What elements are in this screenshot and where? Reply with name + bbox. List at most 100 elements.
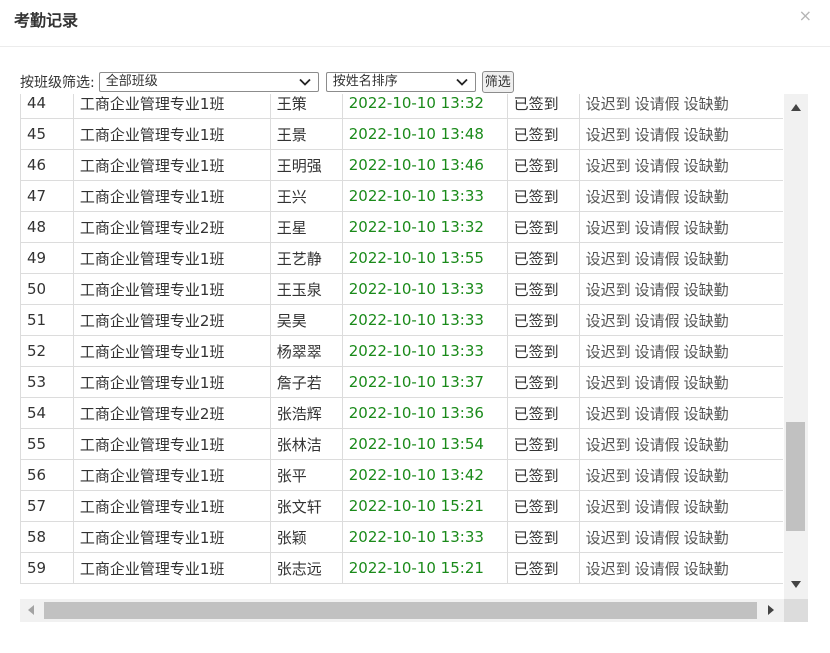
class-cell: 工商企业管理专业1班 bbox=[72, 94, 271, 119]
class-cell: 工商企业管理专业1班 bbox=[72, 149, 271, 181]
checkin-time: 2022-10-10 15:21 bbox=[341, 490, 508, 522]
vertical-scroll-thumb[interactable] bbox=[786, 422, 805, 531]
set-leave-link[interactable]: 设请假 bbox=[635, 281, 680, 299]
sort-select[interactable]: 按姓名排序 bbox=[325, 72, 476, 92]
status-cell: 已签到 bbox=[506, 366, 580, 398]
set-absent-link[interactable]: 设缺勤 bbox=[684, 126, 729, 144]
set-absent-link[interactable]: 设缺勤 bbox=[684, 188, 729, 206]
status-cell: 已签到 bbox=[506, 118, 580, 150]
scroll-right-icon[interactable] bbox=[768, 605, 774, 615]
set-leave-link[interactable]: 设请假 bbox=[635, 312, 680, 330]
set-leave-link[interactable]: 设请假 bbox=[635, 529, 680, 547]
scroll-up-icon[interactable] bbox=[791, 104, 801, 111]
set-absent-link[interactable]: 设缺勤 bbox=[684, 374, 729, 392]
set-late-link[interactable]: 设迟到 bbox=[586, 281, 631, 299]
horizontal-scrollbar[interactable] bbox=[20, 599, 784, 622]
set-absent-link[interactable]: 设缺勤 bbox=[684, 157, 729, 175]
set-leave-link[interactable]: 设请假 bbox=[635, 95, 680, 113]
row-number: 55 bbox=[20, 428, 74, 460]
set-late-link[interactable]: 设迟到 bbox=[586, 157, 631, 175]
set-leave-link[interactable]: 设请假 bbox=[635, 126, 680, 144]
set-absent-link[interactable]: 设缺勤 bbox=[684, 467, 729, 485]
row-number: 49 bbox=[20, 242, 74, 274]
scroll-left-icon[interactable] bbox=[28, 605, 34, 615]
set-leave-link[interactable]: 设请假 bbox=[635, 498, 680, 516]
dialog-header: 考勤记录 × bbox=[0, 0, 830, 47]
row-number: 53 bbox=[20, 366, 74, 398]
table-row: 49 工商企业管理专业1班 王艺静 2022-10-10 13:55 已签到 设迟到 设请假… bbox=[20, 242, 783, 274]
table-row: 50 工商企业管理专业1班 王玉泉 2022-10-10 13:33 已签到 设迟到 设请假… bbox=[20, 273, 783, 305]
set-leave-link[interactable]: 设请假 bbox=[635, 374, 680, 392]
set-late-link[interactable]: 设迟到 bbox=[586, 498, 631, 516]
row-number: 48 bbox=[20, 211, 74, 243]
student-name: 王玉泉 bbox=[269, 273, 343, 305]
close-icon[interactable]: × bbox=[799, 6, 812, 25]
status-cell: 已签到 bbox=[506, 521, 580, 553]
set-absent-link[interactable]: 设缺勤 bbox=[684, 312, 729, 330]
set-late-link[interactable]: 设迟到 bbox=[586, 560, 631, 578]
attendance-table: 44 工商企业管理专业1班 王策 2022-10-10 13:32 已签到 设迟到 设请假设… bbox=[20, 94, 783, 584]
student-name: 吴昊 bbox=[269, 304, 343, 336]
set-late-link[interactable]: 设迟到 bbox=[586, 312, 631, 330]
set-absent-link[interactable]: 设缺勤 bbox=[684, 498, 729, 516]
set-absent-link[interactable]: 设缺勤 bbox=[684, 436, 729, 454]
set-leave-link[interactable]: 设请假 bbox=[635, 467, 680, 485]
student-name: 王艺静 bbox=[269, 242, 343, 274]
sort-select-value: 按姓名排序 bbox=[332, 74, 398, 89]
actions-cell: 设迟到 设请假 设缺勤 bbox=[578, 180, 783, 212]
set-late-link[interactable]: 设迟到 bbox=[586, 250, 631, 268]
set-late-link[interactable]: 设迟到 bbox=[586, 405, 631, 423]
row-number: 57 bbox=[20, 490, 74, 522]
set-leave-link[interactable]: 设请假 bbox=[635, 188, 680, 206]
set-late-link[interactable]: 设迟到 bbox=[586, 467, 631, 485]
set-leave-link[interactable]: 设请假 bbox=[635, 436, 680, 454]
filter-button[interactable]: 筛选 bbox=[481, 71, 514, 93]
scroll-down-icon[interactable] bbox=[791, 581, 801, 588]
class-select[interactable]: 全部班级 bbox=[98, 72, 319, 92]
set-absent-link[interactable]: 设缺勤 bbox=[684, 343, 729, 361]
set-leave-link[interactable]: 设请假 bbox=[635, 219, 680, 237]
student-name: 杨翠翠 bbox=[269, 335, 343, 367]
checkin-time: 2022-10-10 13:55 bbox=[341, 242, 508, 274]
class-cell: 工商企业管理专业1班 bbox=[72, 242, 271, 274]
table-row: 45 工商企业管理专业1班 王景 2022-10-10 13:48 已签到 设迟到 设请假设… bbox=[20, 118, 783, 150]
actions-cell: 设迟到 设请假 设缺勤 bbox=[578, 94, 783, 119]
horizontal-scroll-thumb[interactable] bbox=[44, 602, 757, 619]
set-late-link[interactable]: 设迟到 bbox=[586, 374, 631, 392]
set-late-link[interactable]: 设迟到 bbox=[586, 219, 631, 237]
set-absent-link[interactable]: 设缺勤 bbox=[684, 281, 729, 299]
set-absent-link[interactable]: 设缺勤 bbox=[684, 95, 729, 113]
actions-cell: 设迟到 设请假 设缺勤 bbox=[578, 304, 783, 336]
set-late-link[interactable]: 设迟到 bbox=[586, 126, 631, 144]
student-name: 张林洁 bbox=[269, 428, 343, 460]
filter-bar: 按班级筛选: 全部班级 按姓名排序 筛选 bbox=[20, 70, 514, 94]
set-absent-link[interactable]: 设缺勤 bbox=[684, 405, 729, 423]
set-leave-link[interactable]: 设请假 bbox=[635, 560, 680, 578]
checkin-time: 2022-10-10 13:33 bbox=[341, 273, 508, 305]
status-cell: 已签到 bbox=[506, 335, 580, 367]
table-row: 59 工商企业管理专业1班 张志远 2022-10-10 15:21 已签到 设迟到 设请假… bbox=[20, 552, 783, 584]
table-row: 52 工商企业管理专业1班 杨翠翠 2022-10-10 13:33 已签到 设迟到 设请假… bbox=[20, 335, 783, 367]
set-late-link[interactable]: 设迟到 bbox=[586, 529, 631, 547]
set-absent-link[interactable]: 设缺勤 bbox=[684, 560, 729, 578]
set-absent-link[interactable]: 设缺勤 bbox=[684, 250, 729, 268]
set-leave-link[interactable]: 设请假 bbox=[635, 343, 680, 361]
set-absent-link[interactable]: 设缺勤 bbox=[684, 529, 729, 547]
set-late-link[interactable]: 设迟到 bbox=[586, 188, 631, 206]
vertical-scrollbar[interactable] bbox=[784, 94, 808, 599]
checkin-time: 2022-10-10 13:33 bbox=[341, 521, 508, 553]
set-leave-link[interactable]: 设请假 bbox=[635, 157, 680, 175]
set-late-link[interactable]: 设迟到 bbox=[586, 343, 631, 361]
student-name: 王明强 bbox=[269, 149, 343, 181]
set-late-link[interactable]: 设迟到 bbox=[586, 436, 631, 454]
class-cell: 工商企业管理专业1班 bbox=[72, 366, 271, 398]
set-absent-link[interactable]: 设缺勤 bbox=[684, 219, 729, 237]
class-cell: 工商企业管理专业1班 bbox=[72, 180, 271, 212]
set-leave-link[interactable]: 设请假 bbox=[635, 405, 680, 423]
status-cell: 已签到 bbox=[506, 273, 580, 305]
class-cell: 工商企业管理专业1班 bbox=[72, 273, 271, 305]
set-late-link[interactable]: 设迟到 bbox=[586, 95, 631, 113]
table-row: 51 工商企业管理专业2班 吴昊 2022-10-10 13:33 已签到 设迟到 设请假设… bbox=[20, 304, 783, 336]
set-leave-link[interactable]: 设请假 bbox=[635, 250, 680, 268]
class-cell: 工商企业管理专业1班 bbox=[72, 521, 271, 553]
